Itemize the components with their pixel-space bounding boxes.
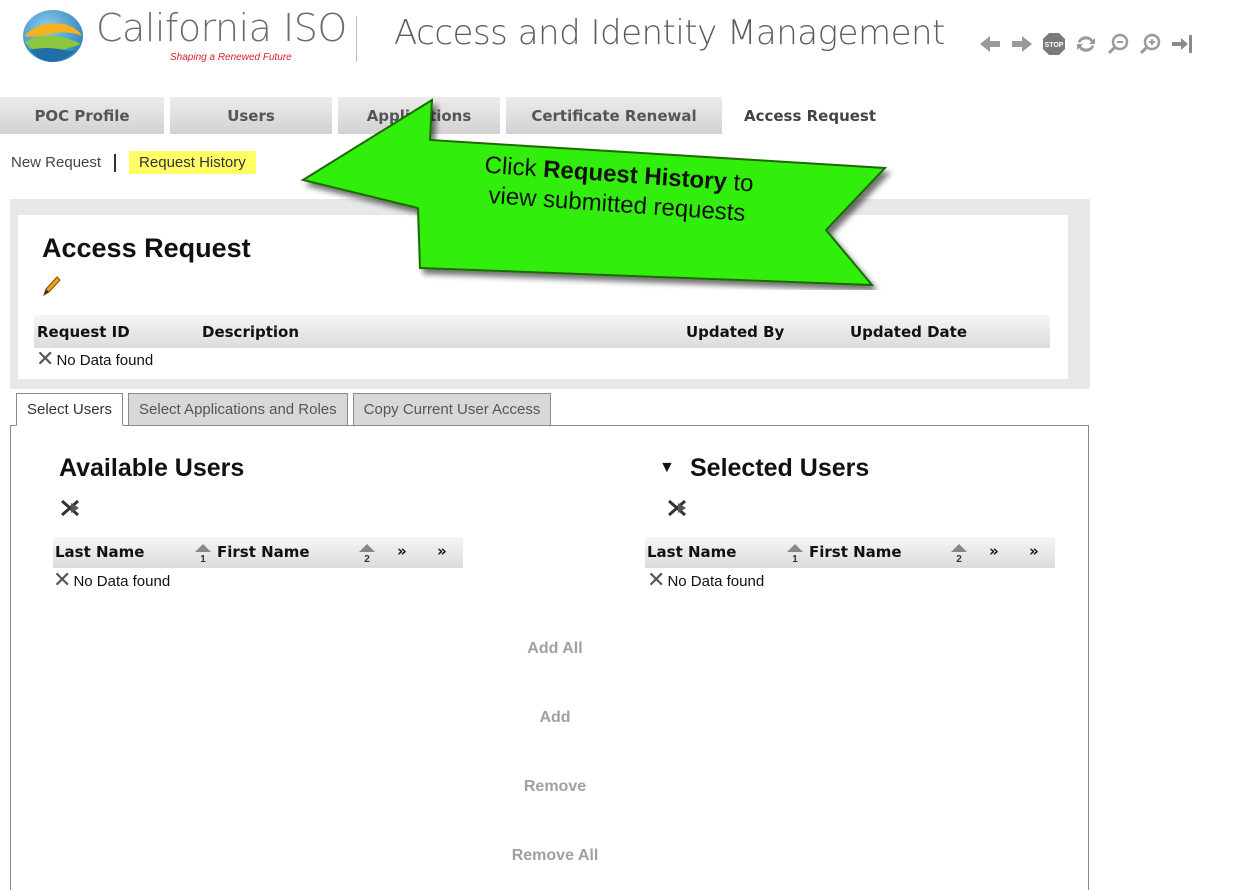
add-all-button[interactable]: Add All bbox=[491, 640, 619, 658]
select-users-panel: Available Users Last Name 1 First Name 2… bbox=[10, 425, 1089, 890]
california-iso-logo-icon bbox=[20, 6, 86, 64]
request-table-header: Request ID Description Updated By Update… bbox=[34, 315, 1050, 348]
logo-tagline: Shaping a Renewed Future bbox=[170, 52, 292, 63]
logout-icon[interactable] bbox=[1170, 32, 1194, 56]
tab-select-users[interactable]: Select Users bbox=[16, 393, 124, 426]
available-users-no-data: ✕ No Data found bbox=[53, 568, 171, 593]
request-no-data: ✕ No Data found bbox=[36, 347, 154, 372]
double-chevron-right-icon[interactable]: » bbox=[989, 542, 999, 560]
toolbar: STOP bbox=[978, 32, 1194, 56]
no-data-text: No Data found bbox=[667, 573, 765, 590]
no-data-text: No Data found bbox=[56, 352, 154, 369]
sort-order-badge: 1 bbox=[792, 554, 798, 564]
close-icon: ✕ bbox=[53, 568, 72, 593]
collapse-triangle-icon[interactable]: ▼ bbox=[659, 459, 675, 477]
sort-asc-icon[interactable]: 1 bbox=[193, 542, 213, 568]
arrow-right-icon[interactable] bbox=[1010, 32, 1034, 56]
callout-prefix: Click bbox=[483, 151, 545, 183]
new-request-link[interactable]: New Request bbox=[11, 154, 101, 171]
no-data-text: No Data found bbox=[73, 573, 171, 590]
double-chevron-right-icon[interactable]: » bbox=[1029, 542, 1039, 560]
callout-suffix: to bbox=[725, 168, 755, 198]
column-updated-date[interactable]: Updated Date bbox=[850, 323, 967, 341]
zoom-out-icon[interactable] bbox=[1106, 32, 1130, 56]
sort-asc-icon[interactable]: 2 bbox=[357, 542, 377, 568]
column-request-id[interactable]: Request ID bbox=[37, 323, 130, 341]
close-icon: ✕ bbox=[647, 568, 666, 593]
double-chevron-right-icon[interactable]: » bbox=[437, 542, 447, 560]
selected-users-no-data: ✕ No Data found bbox=[647, 568, 765, 593]
remove-all-button[interactable]: Remove All bbox=[491, 847, 619, 865]
column-last-name[interactable]: Last Name bbox=[647, 543, 736, 561]
sort-asc-icon[interactable]: 2 bbox=[949, 542, 969, 568]
sort-order-badge: 1 bbox=[200, 554, 206, 564]
add-button[interactable]: Add bbox=[491, 709, 619, 727]
column-first-name[interactable]: First Name bbox=[217, 543, 310, 561]
available-users-title: Available Users bbox=[59, 454, 245, 482]
available-users-header: Last Name 1 First Name 2 » » bbox=[53, 537, 463, 568]
pencil-icon[interactable] bbox=[42, 275, 62, 302]
app-title: Access and Identity Management bbox=[394, 13, 945, 53]
close-icon: ✕ bbox=[36, 347, 55, 372]
user-selection-tabs: Select Users Select Applications and Rol… bbox=[16, 393, 552, 426]
tab-select-applications-and-roles[interactable]: Select Applications and Roles bbox=[128, 393, 348, 426]
sort-order-badge: 2 bbox=[364, 554, 370, 564]
tab-copy-current-user-access[interactable]: Copy Current User Access bbox=[352, 393, 552, 426]
header-divider bbox=[356, 16, 357, 62]
sort-asc-icon[interactable]: 1 bbox=[785, 542, 805, 568]
selected-users-title: Selected Users bbox=[690, 454, 870, 482]
subnav-divider bbox=[114, 153, 117, 172]
stop-icon-label: STOP bbox=[1045, 42, 1064, 49]
stop-icon[interactable]: STOP bbox=[1042, 32, 1066, 56]
remove-button[interactable]: Remove bbox=[491, 778, 619, 796]
column-last-name[interactable]: Last Name bbox=[55, 543, 144, 561]
column-description[interactable]: Description bbox=[202, 323, 299, 341]
sort-order-badge: 2 bbox=[956, 554, 962, 564]
request-history-link[interactable]: Request History bbox=[129, 151, 256, 174]
sub-navigation: New Request Request History bbox=[11, 151, 256, 174]
access-request-title: Access Request bbox=[42, 233, 251, 263]
logo-text: California ISO bbox=[96, 6, 347, 50]
clear-filter-icon[interactable] bbox=[59, 498, 81, 523]
tab-poc-profile[interactable]: POC Profile bbox=[0, 97, 164, 134]
arrow-left-icon[interactable] bbox=[978, 32, 1002, 56]
zoom-in-icon[interactable] bbox=[1138, 32, 1162, 56]
double-chevron-right-icon[interactable]: » bbox=[397, 542, 407, 560]
selected-users-header: Last Name 1 First Name 2 » » bbox=[645, 537, 1055, 568]
column-updated-by[interactable]: Updated By bbox=[686, 323, 784, 341]
refresh-icon[interactable] bbox=[1074, 32, 1098, 56]
clear-filter-icon[interactable] bbox=[666, 498, 688, 523]
column-first-name[interactable]: First Name bbox=[809, 543, 902, 561]
